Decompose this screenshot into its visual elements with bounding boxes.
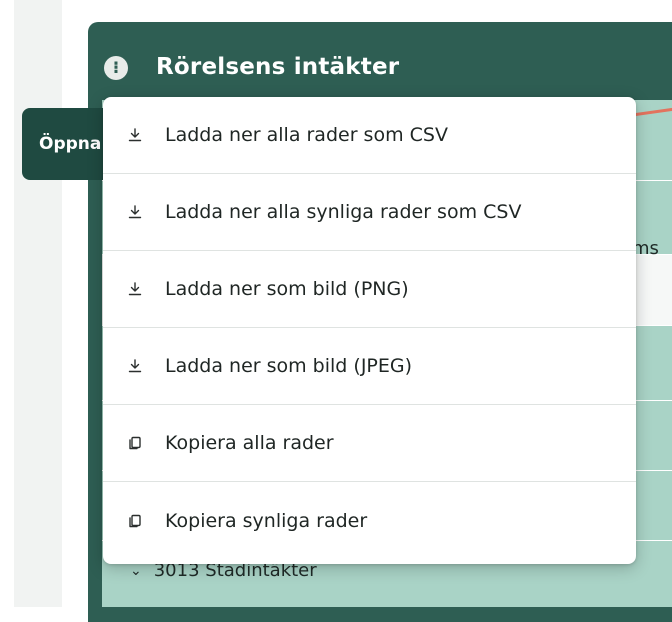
menu-item-label: Ladda ner alla synliga rader som CSV [165, 201, 522, 223]
menu-item-download-png[interactable]: Ladda ner som bild (PNG) [103, 251, 636, 328]
export-menu: Ladda ner alla rader som CSV Ladda ner a… [103, 97, 636, 564]
open-button-label: Öppna [39, 134, 102, 154]
copy-icon [129, 436, 141, 450]
menu-item-copy-all[interactable]: Kopiera alla rader [103, 405, 636, 482]
menu-item-download-jpeg[interactable]: Ladda ner som bild (JPEG) [103, 328, 636, 405]
menu-item-download-visible-csv[interactable]: Ladda ner alla synliga rader som CSV [103, 174, 636, 251]
menu-item-label: Ladda ner som bild (PNG) [165, 278, 409, 300]
menu-item-label: Kopiera alla rader [165, 432, 334, 454]
copy-icon [129, 514, 141, 527]
download-icon [128, 282, 142, 296]
info-icon[interactable]: ⁝ [104, 56, 128, 80]
chevron-down-icon[interactable]: ⌄ [130, 563, 142, 579]
left-rail [14, 0, 62, 607]
menu-item-copy-visible[interactable]: Kopiera synliga rader [103, 482, 636, 559]
download-icon [128, 128, 142, 142]
menu-item-label: Ladda ner alla rader som CSV [165, 124, 448, 146]
open-button[interactable]: Öppna [22, 108, 112, 180]
panel-title: Rörelsens intäkter [156, 54, 400, 80]
menu-item-label: Kopiera synliga rader [165, 509, 368, 532]
menu-item-download-all-csv[interactable]: Ladda ner alla rader som CSV [103, 97, 636, 174]
download-icon [128, 205, 142, 219]
download-icon [128, 359, 142, 373]
menu-item-label: Ladda ner som bild (JPEG) [165, 355, 413, 377]
column-header: ms [632, 238, 659, 259]
